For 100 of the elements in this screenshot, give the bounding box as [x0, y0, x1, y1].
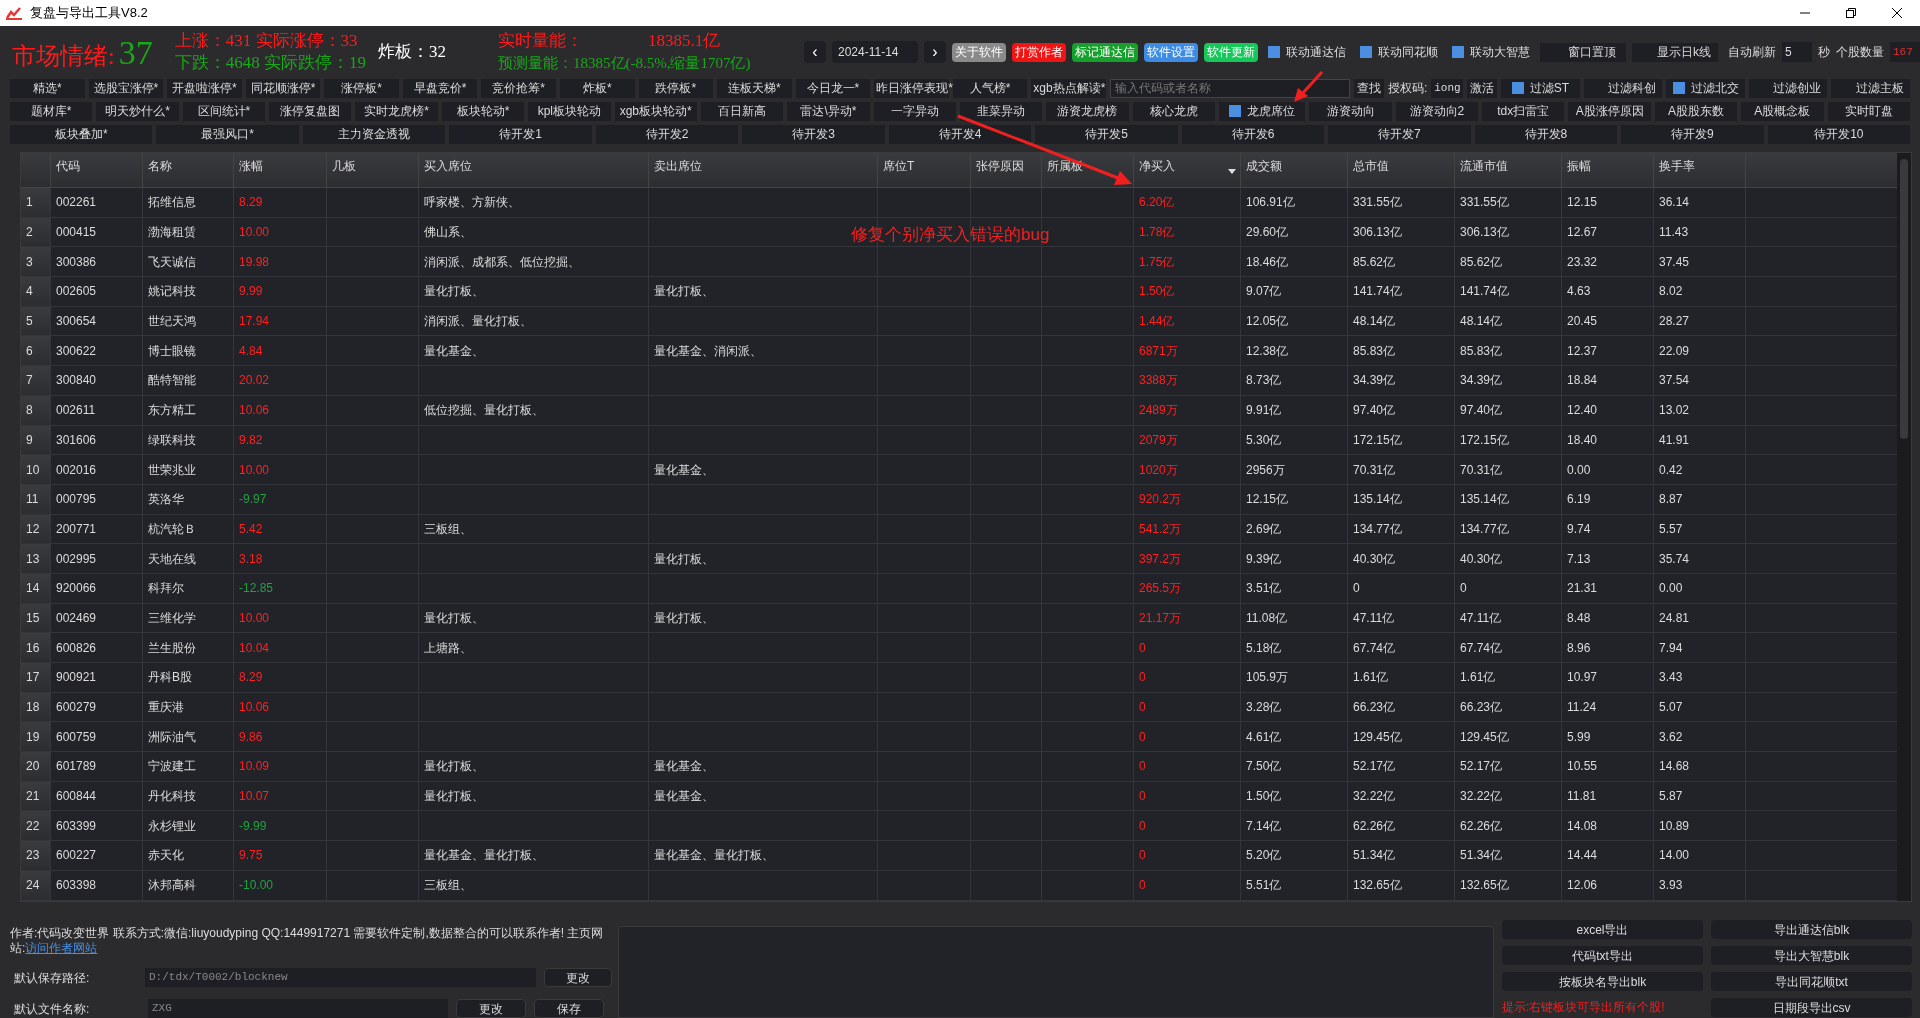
table-row[interactable]: 13 002995 天地在线 3.18 量化打板、 397.2万 9.39亿 40.30亿 40.30亿 7.13 35.74	[21, 544, 1897, 574]
toolbar-button[interactable]: xgb板块轮动*	[614, 101, 697, 121]
toolbar-button[interactable]: 游资龙虎榜	[1046, 101, 1129, 121]
toolbar-button[interactable]: 连板天梯*	[717, 78, 792, 98]
checkbox[interactable]: 联动大智慧	[1448, 42, 1534, 62]
export-button[interactable]: 按板块名导出blk	[1502, 972, 1703, 991]
toolbar-button[interactable]: 炸板*	[559, 78, 635, 98]
toolbar-button[interactable]: 待开发8	[1474, 124, 1618, 144]
table-row[interactable]: 16 600826 兰生股份 10.04 上塘路、 0 5.18亿 67.74亿 67.74亿 8.96 7.94	[21, 633, 1897, 663]
column-header[interactable]: 代码	[51, 153, 143, 187]
toolbar-button[interactable]: 查找	[1353, 78, 1384, 98]
close-icon[interactable]	[1892, 8, 1902, 18]
toolbar-button[interactable]: 游资动向2	[1395, 101, 1479, 121]
toolbar-button[interactable]: 人气榜*	[952, 78, 1028, 98]
table-row[interactable]: 8 002611 东方精工 10.06 低位挖掘、量化打板、 2489万 9.91亿 97.40亿 97.40亿 12.40 13.02	[21, 395, 1897, 426]
toolbar-button[interactable]: 板块叠加*	[10, 124, 153, 144]
path-field[interactable]: D:/tdx/T0002/blocknew	[145, 968, 536, 987]
scrollbar-thumb[interactable]	[1900, 159, 1908, 439]
toolbar-button[interactable]: 更改	[543, 968, 612, 987]
export-button[interactable]: 导出通达信blk	[1711, 920, 1912, 939]
column-header[interactable]: 席位T	[878, 153, 971, 187]
toolbar-button[interactable]: 实时盯盘	[1827, 101, 1910, 121]
column-header[interactable]: 卖出席位	[649, 153, 878, 187]
column-header[interactable]: 名称	[143, 153, 234, 187]
toolbar-button[interactable]: A股股东数	[1654, 101, 1738, 121]
toolbar-button[interactable]: tdx扫雷宝	[1482, 101, 1565, 121]
toolbar-button[interactable]: 最强风口*	[156, 124, 299, 144]
column-header[interactable]: 换手率	[1654, 153, 1746, 187]
toolbar-button[interactable]: 百日新高	[700, 101, 784, 121]
column-header[interactable]: 几板	[327, 153, 419, 187]
toolbar-button[interactable]: 选股宝涨停*	[88, 78, 164, 98]
next-date-button[interactable]: ›	[924, 41, 946, 63]
table-row[interactable]: 1 002261 拓维信息 8.29 呼家楼、方新侠、 6.20亿 106.91亿 331.55亿 331.55亿 12.15 36.14	[21, 188, 1897, 218]
table-row[interactable]: 4 002605 姚记科技 9.99 量化打板、 量化打板、 1.50亿 9.07亿 141.74亿 141.74亿 4.63 8.02	[21, 277, 1897, 307]
path-field[interactable]: ZXG	[148, 999, 448, 1018]
table-row[interactable]: 12 200771 杭汽轮Ｂ 5.42 三板组、 541.2万 2.69亿 134.77亿 134.77亿 9.74 5.57	[21, 514, 1897, 545]
previous-date-button[interactable]: ‹	[804, 41, 826, 63]
table-row[interactable]: 19 600759 洲际油气 9.86 0 4.61亿 129.45亿 129.45亿 5.99 3.62	[21, 722, 1897, 753]
toolbar-button[interactable]: 待开发5	[1035, 124, 1178, 144]
toolbar-button[interactable]: A股涨停原因	[1568, 101, 1651, 121]
checkbox[interactable]: 过滤创业	[1748, 78, 1828, 98]
toolbar-button[interactable]: 早盘竞价*	[402, 78, 478, 98]
toolbar-button[interactable]: 区间统计*	[182, 101, 266, 121]
toolbar-button[interactable]: 待开发10	[1767, 124, 1911, 144]
toolbar-button[interactable]: 跌停板*	[638, 78, 714, 98]
checkbox[interactable]: 过滤ST	[1501, 78, 1580, 98]
toolbar-button[interactable]: 雷达\异动*	[787, 101, 870, 121]
toolbar-button[interactable]: 主力资金透视	[302, 124, 446, 144]
toolbar-button[interactable]: 韭菜异动	[959, 101, 1043, 121]
checkbox[interactable]: 过滤北交	[1666, 78, 1745, 98]
maximize-icon[interactable]	[1846, 8, 1856, 18]
checkbox[interactable]: 联动同花顺	[1356, 42, 1442, 62]
table-row[interactable]: 15 002469 三维化学 10.00 量化打板、 量化打板、 21.17万 11.08亿 47.11亿 47.11亿 8.48 24.81	[21, 603, 1897, 634]
table-row[interactable]: 17 900921 丹科B股 8.29 0 105.9万 1.61亿 1.61亿 10.97 3.43	[21, 663, 1897, 693]
column-header[interactable]: 净买入	[1134, 153, 1241, 187]
export-button[interactable]: 导出同花顺txt	[1711, 972, 1912, 991]
table-row[interactable]: 3 300386 飞天诚信 19.98 消闲派、成都系、低位挖掘、 1.75亿 18.46亿 85.62亿 85.62亿 23.32 37.45	[21, 247, 1897, 278]
column-header[interactable]: 成交额	[1241, 153, 1348, 187]
toolbar-button[interactable]: 待开发1	[449, 124, 592, 144]
search-field[interactable]: 输入代码或者名称	[1109, 78, 1350, 98]
toolbar-button[interactable]: 一字异动	[873, 101, 956, 121]
toolbar-button[interactable]: 游资动向	[1309, 101, 1392, 121]
table-row[interactable]: 18 600279 重庆港 10.06 0 3.28亿 66.23亿 66.23亿 11.24 5.07	[21, 692, 1897, 723]
toolbar-button[interactable]: 开盘啦涨停*	[167, 78, 242, 98]
toolbar-button[interactable]: 题材库*	[10, 101, 93, 121]
checkbox[interactable]: 窗口置顶	[1540, 42, 1626, 62]
toolbar-button[interactable]: 待开发4	[888, 124, 1032, 144]
table-row[interactable]: 5 300654 世纪天鸿 17.94 消闲派、量化打板、 1.44亿 12.05亿 48.14亿 48.14亿 20.45 28.27	[21, 306, 1897, 337]
toolbar-button[interactable]: 激活	[1467, 78, 1498, 98]
date-field[interactable]: 2024-11-14	[832, 41, 918, 63]
toolbar-button[interactable]: 同花顺涨停*	[245, 78, 321, 98]
toolbar-button[interactable]: 明天炒什么*	[96, 101, 179, 121]
export-button[interactable]: 日期段导出csv	[1711, 998, 1912, 1017]
table-row[interactable]: 20 601789 宁波建工 10.09 量化打板、 量化基金、 0 7.50亿 52.17亿 52.17亿 10.55 14.68	[21, 752, 1897, 782]
checkbox[interactable]: 过滤科创	[1583, 78, 1663, 98]
table-row[interactable]: 10 002016 世荣兆业 10.00 量化基金、 1020万 2956万 70.31亿 70.31亿 0.00 0.42	[21, 455, 1897, 485]
column-header[interactable]: 买入席位	[419, 153, 649, 187]
refresh-field[interactable]: 5	[1782, 42, 1812, 62]
toolbar-button[interactable]: kpl板块轮动	[528, 101, 611, 121]
column-header[interactable]: 涨幅	[234, 153, 327, 187]
toolbar-button[interactable]: 待开发7	[1328, 124, 1471, 144]
toolbar-button[interactable]: 涨停板*	[324, 78, 399, 98]
website-link[interactable]: 访问作者网站	[25, 941, 98, 955]
table-row[interactable]: 9 301606 绿联科技 9.82 2079万 5.30亿 172.15亿 172.15亿 18.40 41.91	[21, 425, 1897, 456]
table-row[interactable]: 6 300622 博士眼镜 4.84 量化基金、 量化基金、消闲派、 6871万 12.38亿 85.83亿 85.83亿 12.37 22.09	[21, 336, 1897, 367]
auth-code-field[interactable]: iong	[1431, 78, 1464, 98]
table-row[interactable]: 22 603399 永杉锂业 -9.99 0 7.14亿 62.26亿 62.26亿 14.08 10.89	[21, 811, 1897, 842]
toolbar-button[interactable]: 更改	[456, 999, 526, 1018]
toolbar-button[interactable]: 竞价抢筹*	[481, 78, 556, 98]
toolbar-button[interactable]: 精选*	[10, 78, 85, 98]
table-row[interactable]: 23 600227 赤天化 9.75 量化基金、量化打板、 量化基金、量化打板、 0 5.20亿 51.34亿 51.34亿 14.44 14.00	[21, 841, 1897, 871]
toolbar-button[interactable]: 板块轮动*	[441, 101, 525, 121]
export-button[interactable]: excel导出	[1502, 920, 1703, 939]
table-row[interactable]: 14 920066 科拜尔 -12.85 265.5万 3.51亿 0 0 21.31 0.00	[21, 573, 1897, 604]
toolbar-button[interactable]: 待开发3	[742, 124, 885, 144]
table-row[interactable]: 11 000795 英洛华 -9.97 920.2万 12.15亿 135.14亿 135.14亿 6.19 8.87	[21, 484, 1897, 515]
checkbox[interactable]: 联动通达信	[1264, 42, 1350, 62]
toolbar-button[interactable]: 保存	[534, 999, 604, 1018]
toolbar-button[interactable]: 打赏作者	[1012, 42, 1066, 62]
toolbar-button[interactable]: 待开发6	[1181, 124, 1325, 144]
